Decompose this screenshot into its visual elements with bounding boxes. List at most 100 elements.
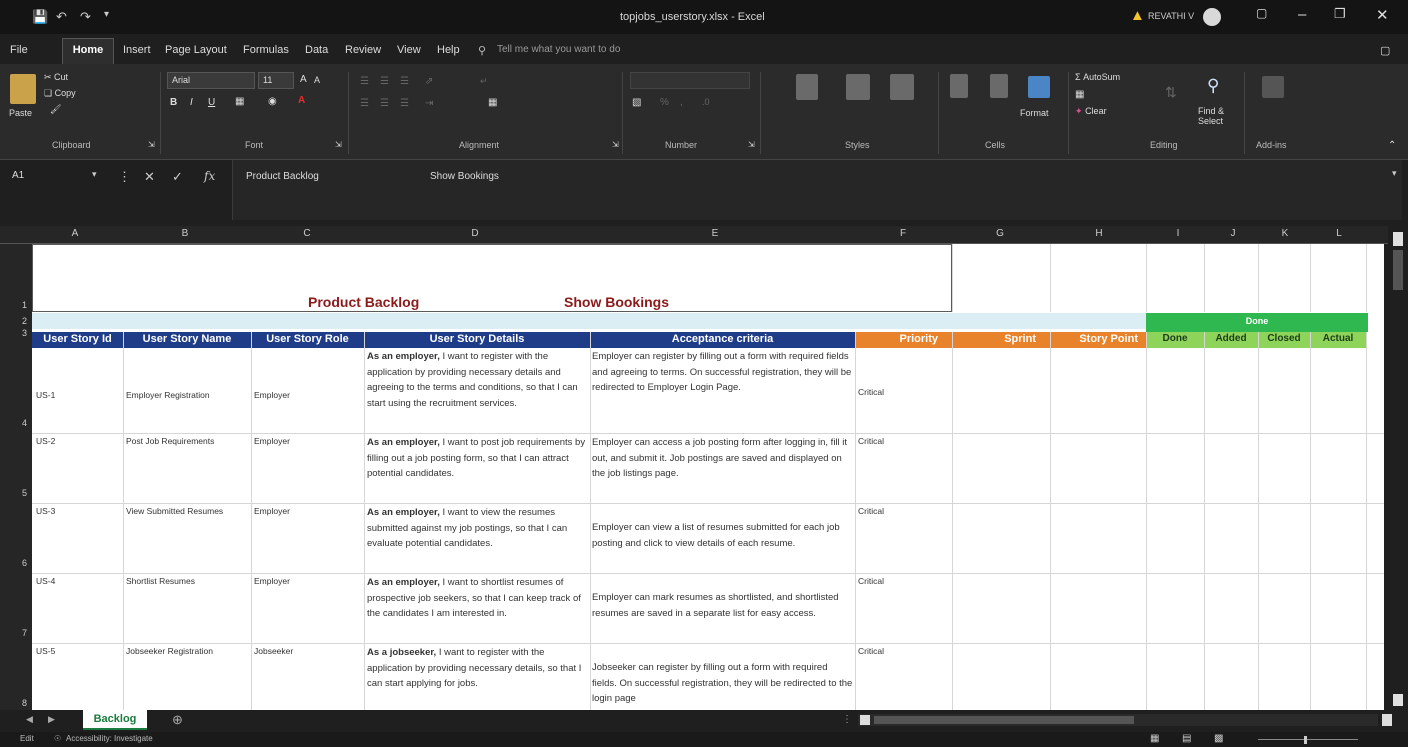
align-middle-icon[interactable]: ☰: [380, 76, 389, 87]
row-header[interactable]: 7: [0, 628, 32, 638]
conditional-formatting-icon[interactable]: [796, 74, 818, 100]
row-header[interactable]: 2: [0, 316, 32, 326]
scroll-up-icon[interactable]: [1393, 232, 1403, 246]
column-header[interactable]: F: [888, 228, 918, 239]
insert-function-icon[interactable]: fx: [204, 169, 215, 183]
tab-view[interactable]: View: [397, 44, 421, 56]
undo-icon[interactable]: ↶: [56, 9, 67, 25]
add-ins-icon[interactable]: [1262, 76, 1284, 98]
column-header[interactable]: G: [985, 228, 1015, 239]
row-header[interactable]: 3: [0, 328, 32, 338]
find-select-icon[interactable]: ⚲: [1207, 76, 1219, 96]
selected-cell-A1[interactable]: [32, 244, 952, 312]
tab-review[interactable]: Review: [345, 44, 381, 56]
vertical-scrollbar[interactable]: [1388, 226, 1408, 710]
formula-input[interactable]: [232, 160, 1402, 220]
fill-icon[interactable]: ▦: [1075, 89, 1084, 100]
column-header[interactable]: C: [292, 228, 322, 239]
bold-icon[interactable]: B: [170, 97, 177, 108]
zoom-slider-thumb[interactable]: [1304, 736, 1307, 744]
insert-cells-icon[interactable]: [950, 74, 968, 98]
currency-icon[interactable]: ▧: [632, 97, 641, 108]
cut-button[interactable]: ✂ Cut: [44, 72, 68, 83]
number-format-box[interactable]: [630, 72, 750, 89]
paste-button[interactable]: Paste: [9, 108, 32, 118]
merge-center-icon[interactable]: ▦: [488, 97, 497, 108]
clipboard-launcher-icon[interactable]: ⇲: [148, 140, 155, 149]
font-size-box[interactable]: 11: [258, 72, 294, 89]
wrap-text-icon[interactable]: ↵: [480, 76, 488, 87]
add-sheet-icon[interactable]: ⊕: [172, 712, 183, 728]
prev-sheet-icon[interactable]: ◀: [26, 714, 33, 725]
page-break-view-icon[interactable]: ▩: [1214, 733, 1223, 744]
column-header[interactable]: J: [1218, 228, 1248, 239]
copy-button[interactable]: ❏ Copy: [44, 88, 76, 99]
column-header[interactable]: H: [1084, 228, 1114, 239]
delete-cells-icon[interactable]: [990, 74, 1008, 98]
scroll-down-icon[interactable]: [1393, 694, 1403, 706]
scroll-thumb[interactable]: [874, 716, 1134, 724]
column-header[interactable]: E: [700, 228, 730, 239]
cell-styles-icon[interactable]: [890, 74, 914, 100]
redo-icon[interactable]: ↷: [80, 9, 91, 25]
ribbon-display-options-icon[interactable]: ▢: [1256, 6, 1267, 20]
column-header[interactable]: B: [170, 228, 200, 239]
row-header[interactable]: 1: [0, 300, 32, 310]
tab-insert[interactable]: Insert: [123, 44, 151, 56]
comma-icon[interactable]: ,: [680, 97, 683, 108]
enter-icon[interactable]: ✓: [172, 169, 183, 185]
autosum-button[interactable]: Σ AutoSum: [1075, 72, 1120, 82]
sheet-tab-backlog[interactable]: Backlog: [83, 710, 147, 730]
row-header[interactable]: 8: [0, 698, 32, 708]
tab-help[interactable]: Help: [437, 44, 460, 56]
percent-icon[interactable]: %: [660, 97, 669, 108]
page-layout-view-icon[interactable]: ▤: [1182, 733, 1191, 744]
column-header[interactable]: I: [1163, 228, 1193, 239]
next-sheet-icon[interactable]: ▶: [48, 714, 55, 725]
italic-icon[interactable]: I: [190, 97, 193, 108]
restore-icon[interactable]: ❐: [1334, 6, 1346, 22]
format-cells-icon[interactable]: [1028, 76, 1050, 98]
tell-me-search[interactable]: Tell me what you want to do: [497, 44, 620, 55]
tab-split-handle-icon[interactable]: ⋮: [842, 714, 852, 725]
accessibility-icon[interactable]: ☉: [54, 734, 61, 743]
collapse-ribbon-icon[interactable]: ⌃: [1388, 140, 1396, 151]
worksheet-grid[interactable]: Product Backlog Show Bookings Done User …: [32, 244, 1384, 710]
scroll-thumb[interactable]: [1393, 250, 1403, 290]
scroll-left-icon[interactable]: [860, 715, 870, 725]
accessibility-status[interactable]: Accessibility: Investigate: [66, 734, 153, 743]
row-header[interactable]: 4: [0, 418, 32, 428]
user-name[interactable]: REVATHI V: [1148, 11, 1194, 21]
zoom-slider[interactable]: [1258, 739, 1358, 740]
normal-view-icon[interactable]: ▦: [1150, 733, 1159, 744]
tab-data[interactable]: Data: [305, 44, 328, 56]
row-header[interactable]: 5: [0, 488, 32, 498]
column-header[interactable]: L: [1324, 228, 1354, 239]
expand-formula-icon[interactable]: ▾: [1392, 168, 1397, 179]
format-painter-icon[interactable]: 🖌: [50, 104, 61, 115]
align-right-icon[interactable]: ☰: [400, 98, 409, 109]
clear-button[interactable]: ✦ Clear: [1075, 106, 1107, 117]
column-header[interactable]: D: [460, 228, 490, 239]
font-name-box[interactable]: Arial: [167, 72, 255, 89]
minimize-icon[interactable]: –: [1298, 6, 1306, 23]
scroll-right-icon[interactable]: [1382, 714, 1392, 726]
borders-icon[interactable]: ▦: [235, 96, 244, 107]
namebox-dropdown-icon[interactable]: ▾: [92, 169, 97, 180]
decimal-icon[interactable]: .0: [702, 97, 710, 107]
indent-icon[interactable]: ⇥: [425, 98, 433, 109]
orientation-icon[interactable]: ⇗: [425, 76, 433, 87]
fill-color-icon[interactable]: ◉: [268, 96, 277, 107]
avatar[interactable]: [1203, 8, 1221, 26]
save-icon[interactable]: 💾: [32, 9, 48, 25]
font-color-icon[interactable]: A: [298, 95, 305, 106]
increase-font-icon[interactable]: A: [300, 74, 307, 85]
align-center-icon[interactable]: ☰: [380, 98, 389, 109]
comments-icon[interactable]: ▢: [1380, 44, 1390, 57]
number-launcher-icon[interactable]: ⇲: [748, 140, 755, 149]
format-as-table-icon[interactable]: [846, 74, 870, 100]
horizontal-scrollbar[interactable]: [858, 714, 1378, 726]
font-launcher-icon[interactable]: ⇲: [335, 140, 342, 149]
column-header[interactable]: K: [1270, 228, 1300, 239]
row-header[interactable]: 6: [0, 558, 32, 568]
